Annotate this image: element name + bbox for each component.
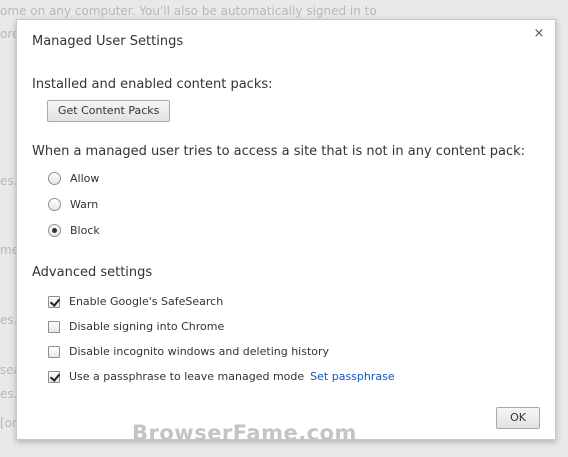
background-fragment: es. [0,313,18,327]
checkbox-safesearch[interactable]: Enable Google's SafeSearch [48,295,223,308]
background-fragment: es. [0,387,18,401]
checkbox[interactable] [48,370,60,383]
checkbox[interactable] [48,345,60,358]
background-fragment: es. [0,174,18,188]
background-text: ome on any computer. You'll also be auto… [0,4,377,18]
radio-block[interactable]: Block [48,224,100,237]
content-packs-label: Installed and enabled content packs: [32,77,273,92]
checkbox-label: Disable incognito windows and deleting h… [69,345,330,358]
radio-button[interactable] [48,198,61,211]
checkbox-label: Disable signing into Chrome [69,320,225,333]
radio-button-selected[interactable] [48,224,61,237]
managed-user-settings-dialog: Managed User Settings × Installed and en… [16,19,556,440]
checkbox-label: Enable Google's SafeSearch [69,295,224,308]
watermark: BrowserFame.com [132,421,357,445]
radio-allow[interactable]: Allow [48,172,99,185]
checkbox-passphrase[interactable]: Use a passphrase to leave managed mode S… [48,370,395,383]
radio-label: Allow [70,172,100,185]
checkbox-label: Use a passphrase to leave managed mode [69,370,305,383]
advanced-settings-label: Advanced settings [32,265,153,280]
checkbox-disable-incognito[interactable]: Disable incognito windows and deleting h… [48,345,329,358]
radio-label: Block [70,224,100,237]
access-policy-label: When a managed user tries to access a si… [32,144,525,159]
get-content-packs-button[interactable]: Get Content Packs [47,100,171,122]
dialog-title: Managed User Settings [32,34,184,49]
radio-button[interactable] [48,172,61,185]
close-icon[interactable]: × [532,27,546,41]
radio-label: Warn [70,198,99,211]
checkbox[interactable] [48,295,60,308]
checkbox-disable-signin[interactable]: Disable signing into Chrome [48,320,224,333]
set-passphrase-link[interactable]: Set passphrase [310,370,394,383]
ok-button[interactable]: OK [496,407,540,429]
radio-warn[interactable]: Warn [48,198,98,211]
checkbox[interactable] [48,320,60,333]
